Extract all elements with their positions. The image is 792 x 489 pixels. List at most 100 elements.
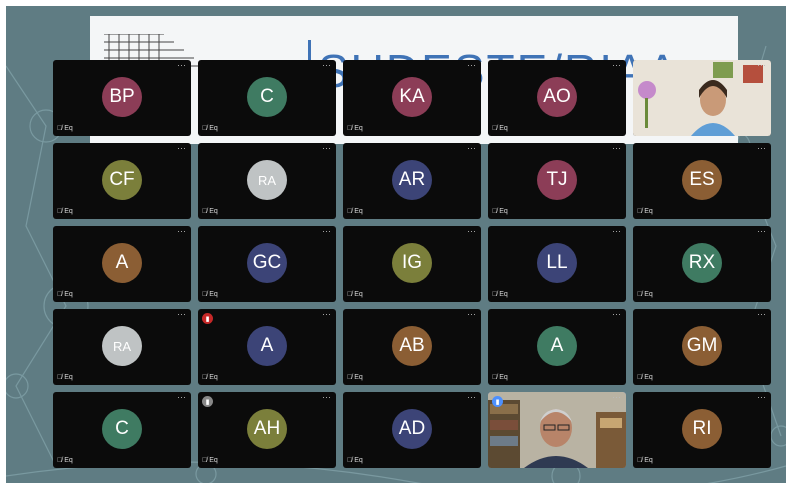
more-options-icon[interactable]: ···	[757, 227, 766, 236]
participant-avatar: RX	[682, 243, 722, 283]
participant-avatar: LL	[537, 243, 577, 283]
mic-off-icon: 🎙̸ Eq	[347, 291, 363, 298]
more-options-icon[interactable]: ···	[322, 227, 331, 236]
more-options-icon[interactable]: ···	[177, 227, 186, 236]
meeting-stage: SUDESTE/RIAA BP🎙̸ Eq···C🎙̸ Eq···KA🎙̸ Eq·…	[6, 6, 786, 483]
mic-off-icon: 🎙̸ Eq	[202, 208, 218, 215]
more-options-icon[interactable]: ···	[467, 310, 476, 319]
participant-tile[interactable]: A 🎙̸ Eq ···	[53, 226, 191, 302]
more-options-icon[interactable]: ···	[467, 393, 476, 402]
participant-tile[interactable]: RI 🎙̸ Eq ···	[633, 392, 771, 468]
mic-off-icon: 🎙̸ Eq	[202, 125, 218, 132]
more-options-icon[interactable]: ···	[322, 393, 331, 402]
participant-tile[interactable]: RX 🎙̸ Eq ···	[633, 226, 771, 302]
participant-avatar: AB	[392, 326, 432, 366]
participant-tile[interactable]: AB 🎙̸ Eq ···	[343, 309, 481, 385]
mic-off-icon: 🎙̸ Eq	[347, 208, 363, 215]
participant-avatar: BP	[102, 77, 142, 117]
more-options-icon[interactable]: ···	[322, 61, 331, 70]
mic-off-icon: 🎙̸ Eq	[492, 125, 508, 132]
participant-tile[interactable]: TJ 🎙̸ Eq ···	[488, 143, 626, 219]
participant-tile[interactable]: AR 🎙̸ Eq ···	[343, 143, 481, 219]
participant-avatar: KA	[392, 77, 432, 117]
mic-off-icon: 🎙̸ Eq	[637, 374, 653, 381]
participant-avatar: AD	[392, 409, 432, 449]
more-options-icon[interactable]: ···	[467, 61, 476, 70]
more-options-icon[interactable]: ···	[612, 144, 621, 153]
participant-avatar: AR	[392, 160, 432, 200]
participant-video	[488, 392, 626, 468]
more-options-icon[interactable]: ···	[757, 393, 766, 402]
mic-off-icon: 🎙̸ Eq	[347, 374, 363, 381]
participant-tile[interactable]: C 🎙̸ Eq ···	[198, 60, 336, 136]
mic-off-icon: 🎙̸ Eq	[57, 374, 73, 381]
participant-avatar: RI	[682, 409, 722, 449]
mic-off-icon: 🎙̸ Eq	[347, 457, 363, 464]
mic-off-icon: 🎙̸ Eq	[202, 374, 218, 381]
participant-tile[interactable]: AD 🎙̸ Eq ···	[343, 392, 481, 468]
more-options-icon[interactable]: ···	[612, 227, 621, 236]
participant-avatar: C	[102, 409, 142, 449]
more-options-icon[interactable]: ···	[177, 310, 186, 319]
more-options-icon[interactable]: ···	[757, 310, 766, 319]
more-options-icon[interactable]: ···	[177, 144, 186, 153]
audio-indicator-icon: ▮	[202, 396, 213, 407]
participant-avatar: ES	[682, 160, 722, 200]
more-options-icon[interactable]: ···	[467, 227, 476, 236]
participant-tile[interactable]: GM 🎙̸ Eq ···	[633, 309, 771, 385]
participant-tile[interactable]: ▮ ···	[488, 392, 626, 468]
participant-tile[interactable]: A 🎙̸ Eq ···	[488, 309, 626, 385]
participant-avatar: TJ	[537, 160, 577, 200]
more-options-icon[interactable]: ···	[757, 144, 766, 153]
participant-tile[interactable]: C 🎙̸ Eq ···	[53, 392, 191, 468]
more-options-icon[interactable]: ···	[322, 310, 331, 319]
mic-off-icon: 🎙̸ Eq	[57, 208, 73, 215]
participant-avatar: GC	[247, 243, 287, 283]
participant-avatar: A	[102, 243, 142, 283]
participant-tile[interactable]: A 🎙̸ Eq ▮ ···	[198, 309, 336, 385]
audio-indicator-icon: ▮	[202, 313, 213, 324]
mic-off-icon: 🎙̸ Eq	[492, 291, 508, 298]
mic-off-icon: 🎙̸ Eq	[637, 457, 653, 464]
participant-avatar: AO	[537, 77, 577, 117]
participant-tile[interactable]: AO 🎙̸ Eq ···	[488, 60, 626, 136]
mic-off-icon: 🎙̸ Eq	[57, 291, 73, 298]
mic-off-icon: 🎙̸ Eq	[202, 291, 218, 298]
participant-photo: RA	[247, 160, 287, 200]
more-options-icon[interactable]: ···	[322, 144, 331, 153]
more-options-icon[interactable]: ···	[757, 61, 766, 70]
mic-off-icon: 🎙̸ Eq	[57, 125, 73, 132]
audio-indicator-icon: ▮	[492, 396, 503, 407]
more-options-icon[interactable]: ···	[467, 144, 476, 153]
participant-avatar: AH	[247, 409, 287, 449]
participant-tile[interactable]: BP 🎙̸ Eq ···	[53, 60, 191, 136]
mic-off-icon: 🎙̸ Eq	[57, 457, 73, 464]
participant-grid: BP 🎙̸ Eq ··· C 🎙̸ Eq ··· KA 🎙̸ Eq ··· AO 🎙̸ Eq ··· …	[53, 60, 771, 468]
mic-off-icon: 🎙̸ Eq	[347, 125, 363, 132]
mic-off-icon: 🎙̸ Eq	[492, 208, 508, 215]
more-options-icon[interactable]: ···	[612, 393, 621, 402]
mic-off-icon: 🎙̸ Eq	[202, 457, 218, 464]
participant-avatar: A	[247, 326, 287, 366]
mic-off-icon: 🎙̸ Eq	[492, 374, 508, 381]
participant-tile[interactable]: ···	[633, 60, 771, 136]
participant-photo: RA	[102, 326, 142, 366]
participant-tile[interactable]: RA 🎙̸ Eq ···	[198, 143, 336, 219]
more-options-icon[interactable]: ···	[612, 61, 621, 70]
participant-tile[interactable]: GC 🎙̸ Eq ···	[198, 226, 336, 302]
participant-avatar: C	[247, 77, 287, 117]
participant-tile[interactable]: IG 🎙̸ Eq ···	[343, 226, 481, 302]
participant-tile[interactable]: LL 🎙̸ Eq ···	[488, 226, 626, 302]
mic-off-icon: 🎙̸ Eq	[637, 208, 653, 215]
participant-tile[interactable]: KA 🎙̸ Eq ···	[343, 60, 481, 136]
participant-tile[interactable]: CF 🎙̸ Eq ···	[53, 143, 191, 219]
participant-tile[interactable]: ES 🎙̸ Eq ···	[633, 143, 771, 219]
more-options-icon[interactable]: ···	[177, 393, 186, 402]
participant-tile[interactable]: AH 🎙̸ Eq ▮ ···	[198, 392, 336, 468]
participant-avatar: IG	[392, 243, 432, 283]
more-options-icon[interactable]: ···	[612, 310, 621, 319]
more-options-icon[interactable]: ···	[177, 61, 186, 70]
participant-tile[interactable]: RA 🎙̸ Eq ···	[53, 309, 191, 385]
mic-off-icon: 🎙̸ Eq	[637, 291, 653, 298]
participant-video	[633, 60, 771, 136]
